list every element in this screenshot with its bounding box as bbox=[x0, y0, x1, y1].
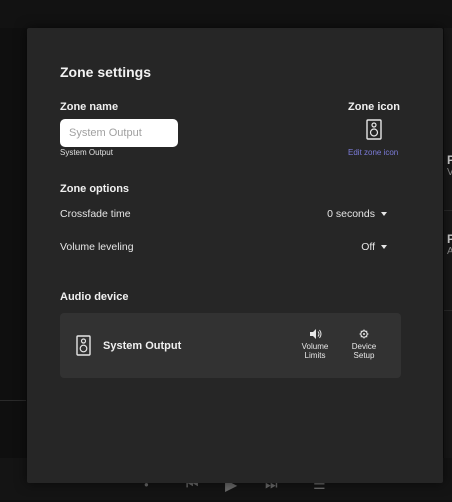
volume-leveling-label: Volume leveling bbox=[60, 241, 134, 253]
audio-device-label: Audio device bbox=[60, 291, 129, 303]
background-top-bar bbox=[0, 0, 452, 28]
device-setup-line1: Device bbox=[351, 342, 377, 351]
zone-name-label: Zone name bbox=[60, 101, 119, 113]
crossfade-time-dropdown[interactable]: 0 seconds bbox=[327, 208, 387, 220]
zone-name-input[interactable] bbox=[60, 119, 178, 147]
device-name: System Output bbox=[103, 340, 182, 352]
background-text: P bbox=[447, 153, 452, 167]
volume-limits-button[interactable]: Volume Limits bbox=[295, 328, 335, 360]
zone-settings-modal: Zone settings Zone name System Output Zo… bbox=[27, 28, 443, 483]
background-text: A bbox=[447, 246, 452, 257]
device-setup-line2: Setup bbox=[353, 351, 375, 360]
background-right-panel bbox=[444, 28, 452, 500]
volume-limits-line1: Volume bbox=[301, 342, 329, 351]
volume-leveling-value: Off bbox=[361, 241, 375, 253]
audio-device-card: System Output Volume Limits Device Setup bbox=[60, 313, 401, 378]
device-setup-button[interactable]: Device Setup bbox=[344, 328, 384, 360]
zone-icon-label: Zone icon bbox=[348, 101, 400, 113]
background-divider bbox=[0, 400, 26, 401]
speaker-icon bbox=[366, 119, 382, 140]
chevron-down-icon bbox=[381, 212, 387, 216]
volume-leveling-dropdown[interactable]: Off bbox=[361, 241, 387, 253]
crossfade-time-value: 0 seconds bbox=[327, 208, 375, 220]
edit-zone-icon-link[interactable]: Edit zone icon bbox=[348, 148, 398, 157]
chevron-down-icon bbox=[381, 245, 387, 249]
volume-limits-line2: Limits bbox=[304, 351, 326, 360]
crossfade-time-label: Crossfade time bbox=[60, 208, 131, 220]
speaker-icon bbox=[76, 335, 91, 356]
volume-icon bbox=[310, 329, 322, 339]
background-text: V bbox=[447, 167, 452, 178]
modal-title: Zone settings bbox=[60, 64, 152, 80]
zone-options-label: Zone options bbox=[60, 183, 130, 195]
zone-name-hint: System Output bbox=[60, 148, 113, 157]
gear-icon bbox=[359, 329, 369, 339]
background-text: P bbox=[447, 232, 452, 246]
